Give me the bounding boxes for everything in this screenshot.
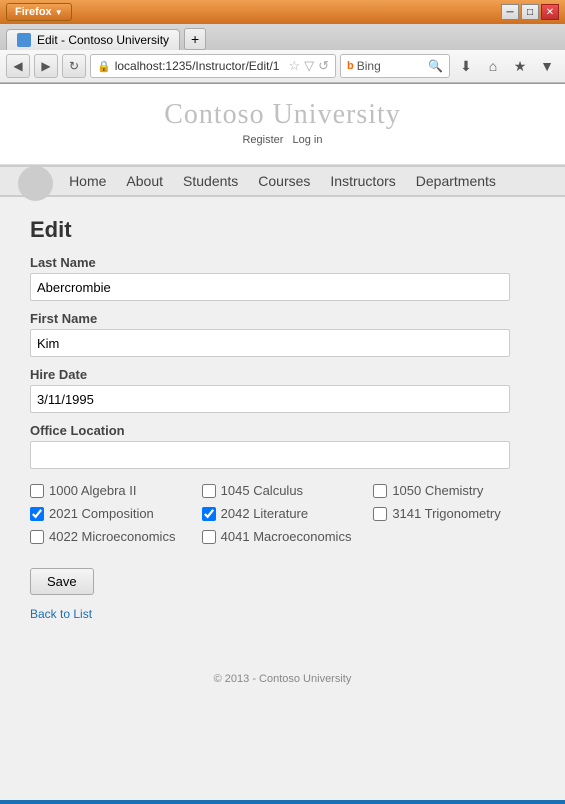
last-name-group: Last Name: [30, 255, 535, 301]
office-location-group: Office Location: [30, 423, 535, 469]
course-checkbox-1000[interactable]: [30, 484, 44, 498]
course-item: 3141 Trigonometry: [373, 506, 535, 521]
first-name-group: First Name: [30, 311, 535, 357]
course-item: 4041 Macroeconomics: [202, 529, 364, 544]
course-item: 2042 Literature: [202, 506, 364, 521]
search-box[interactable]: b Bing 🔍: [340, 54, 450, 78]
last-name-label: Last Name: [30, 255, 535, 270]
address-text: localhost:1235/Instructor/Edit/1: [115, 59, 280, 73]
office-location-label: Office Location: [30, 423, 535, 438]
first-name-input[interactable]: [30, 329, 510, 357]
course-label-1045[interactable]: 1045 Calculus: [221, 483, 303, 498]
course-item: 1050 Chemistry: [373, 483, 535, 498]
firefox-label: Firefox: [15, 6, 52, 18]
course-item: 2021 Composition: [30, 506, 192, 521]
nav-students[interactable]: Students: [183, 173, 238, 189]
nav-instructors[interactable]: Instructors: [330, 173, 395, 189]
close-button[interactable]: ✕: [541, 4, 559, 20]
window-controls: ─ □ ✕: [501, 4, 559, 20]
menu-icon[interactable]: ▼: [535, 54, 559, 78]
nav-home[interactable]: Home: [69, 173, 106, 189]
course-checkbox-2042[interactable]: [202, 507, 216, 521]
course-checkbox-1050[interactable]: [373, 484, 387, 498]
restore-button[interactable]: □: [521, 4, 539, 20]
nav-departments[interactable]: Departments: [416, 173, 496, 189]
save-button[interactable]: Save: [30, 568, 94, 595]
nav-bar: ◀ ▶ ↻ 🔒 localhost:1235/Instructor/Edit/1…: [0, 50, 565, 83]
home-icon[interactable]: ⌂: [481, 54, 505, 78]
hire-date-label: Hire Date: [30, 367, 535, 382]
dropdown-arrow-icon: ▼: [55, 8, 63, 17]
firefox-menu-button[interactable]: Firefox ▼: [6, 3, 72, 21]
search-icon[interactable]: 🔍: [428, 59, 443, 73]
forward-button[interactable]: ▶: [34, 54, 58, 78]
site-header: Contoso University Register Log in: [0, 84, 565, 165]
browser-chrome: Firefox ▼ ─ □ ✕ Edit - Contoso Universit…: [0, 0, 565, 84]
search-label: Bing: [357, 59, 381, 73]
tab-bar: Edit - Contoso University +: [0, 24, 565, 50]
course-checkbox-2021[interactable]: [30, 507, 44, 521]
page-title: Edit: [30, 217, 535, 243]
hire-date-input[interactable]: [30, 385, 510, 413]
hire-date-group: Hire Date: [30, 367, 535, 413]
active-tab[interactable]: Edit - Contoso University: [6, 29, 180, 50]
course-checkbox-1045[interactable]: [202, 484, 216, 498]
bing-logo: b: [347, 60, 354, 72]
lock-icon: 🔒: [97, 60, 111, 73]
back-button[interactable]: ◀: [6, 54, 30, 78]
course-label-2021[interactable]: 2021 Composition: [49, 506, 154, 521]
page-content: Contoso University Register Log in Home …: [0, 84, 565, 800]
title-bar: Firefox ▼ ─ □ ✕: [0, 0, 565, 24]
refresh-icon[interactable]: ↺: [318, 58, 329, 74]
reload-button[interactable]: ↻: [62, 54, 86, 78]
first-name-label: First Name: [30, 311, 535, 326]
course-label-1050[interactable]: 1050 Chemistry: [392, 483, 483, 498]
site-footer: © 2013 - Contoso University: [0, 661, 565, 697]
courses-section: 1000 Algebra II 1045 Calculus 1050 Chemist…: [30, 483, 535, 544]
course-checkbox-4022[interactable]: [30, 530, 44, 544]
main-content: Edit Last Name First Name Hire Date Offi…: [0, 197, 565, 661]
address-bar[interactable]: 🔒 localhost:1235/Instructor/Edit/1 ☆ ▽ ↺: [90, 54, 336, 78]
login-link[interactable]: Log in: [293, 134, 323, 146]
course-checkbox-4041[interactable]: [202, 530, 216, 544]
tab-title: Edit - Contoso University: [37, 33, 169, 47]
course-checkbox-3141[interactable]: [373, 507, 387, 521]
course-label-4041[interactable]: 4041 Macroeconomics: [221, 529, 352, 544]
minimize-button[interactable]: ─: [501, 4, 519, 20]
course-label-3141[interactable]: 3141 Trigonometry: [392, 506, 500, 521]
course-item: 1045 Calculus: [202, 483, 364, 498]
site-nav: Home About Students Courses Instructors …: [0, 165, 565, 197]
tab-icon: [17, 33, 31, 47]
nav-courses[interactable]: Courses: [258, 173, 310, 189]
nav-icons: ⬇ ⌂ ★ ▼: [454, 54, 559, 78]
course-label-2042[interactable]: 2042 Literature: [221, 506, 308, 521]
course-label-1000[interactable]: 1000 Algebra II: [49, 483, 136, 498]
new-tab-button[interactable]: +: [184, 28, 206, 50]
nav-about[interactable]: About: [126, 173, 163, 189]
download-icon[interactable]: ⬇: [454, 54, 478, 78]
feed-icon[interactable]: ▽: [304, 58, 314, 74]
site-title: Contoso University: [0, 99, 565, 131]
bookmarks-icon[interactable]: ★: [508, 54, 532, 78]
copyright-text: © 2013 - Contoso University: [214, 673, 352, 685]
auth-links: Register Log in: [0, 134, 565, 146]
course-item: 4022 Microeconomics: [30, 529, 192, 544]
office-location-input[interactable]: [30, 441, 510, 469]
course-item: 1000 Algebra II: [30, 483, 192, 498]
back-to-list-link[interactable]: Back to List: [30, 607, 535, 621]
star-icon[interactable]: ☆: [288, 58, 300, 74]
last-name-input[interactable]: [30, 273, 510, 301]
course-label-4022[interactable]: 4022 Microeconomics: [49, 529, 175, 544]
register-link[interactable]: Register: [242, 134, 283, 146]
nav-menu: Home About Students Courses Instructors …: [0, 166, 565, 196]
avatar: [18, 166, 53, 201]
